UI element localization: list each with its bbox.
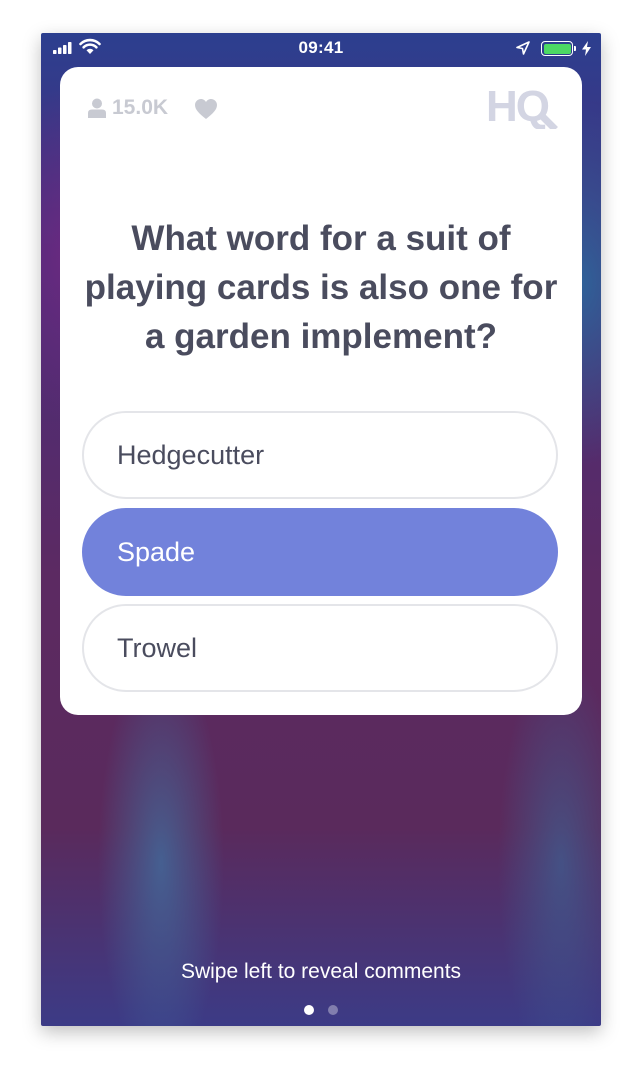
hq-logo-text: HQ	[486, 83, 549, 129]
battery-icon	[541, 41, 573, 56]
answer-option-2[interactable]: Spade	[82, 508, 558, 596]
answer-option-3[interactable]: Trowel	[82, 604, 558, 692]
person-icon	[88, 98, 106, 118]
heart-icon[interactable]	[194, 98, 218, 120]
phone-screen: 09:41 15.0K HQ What word for a suit of p…	[41, 33, 601, 1026]
question-text: What word for a suit of playing cards is…	[84, 219, 558, 356]
location-arrow-icon	[516, 41, 530, 55]
answer-option-1[interactable]: Hedgecutter	[82, 411, 558, 499]
status-bar: 09:41	[41, 33, 601, 65]
viewer-count: 15.0K	[88, 96, 168, 120]
swipe-hint: Swipe left to reveal comments	[180, 960, 462, 983]
question-card: 15.0K HQ What word for a suit of playing…	[60, 67, 582, 715]
viewer-count-text: 15.0K	[112, 96, 169, 119]
page-dot-1[interactable]	[304, 1005, 314, 1015]
answer-label: Spade	[117, 536, 196, 567]
page-dot-2[interactable]	[328, 1005, 338, 1015]
charging-bolt-icon	[582, 41, 591, 56]
battery-tip	[574, 46, 576, 51]
hq-logo: HQ	[486, 83, 558, 129]
answer-label: Hedgecutter	[117, 439, 265, 470]
page-indicator[interactable]	[41, 1005, 601, 1015]
answer-label: Trowel	[117, 632, 198, 663]
